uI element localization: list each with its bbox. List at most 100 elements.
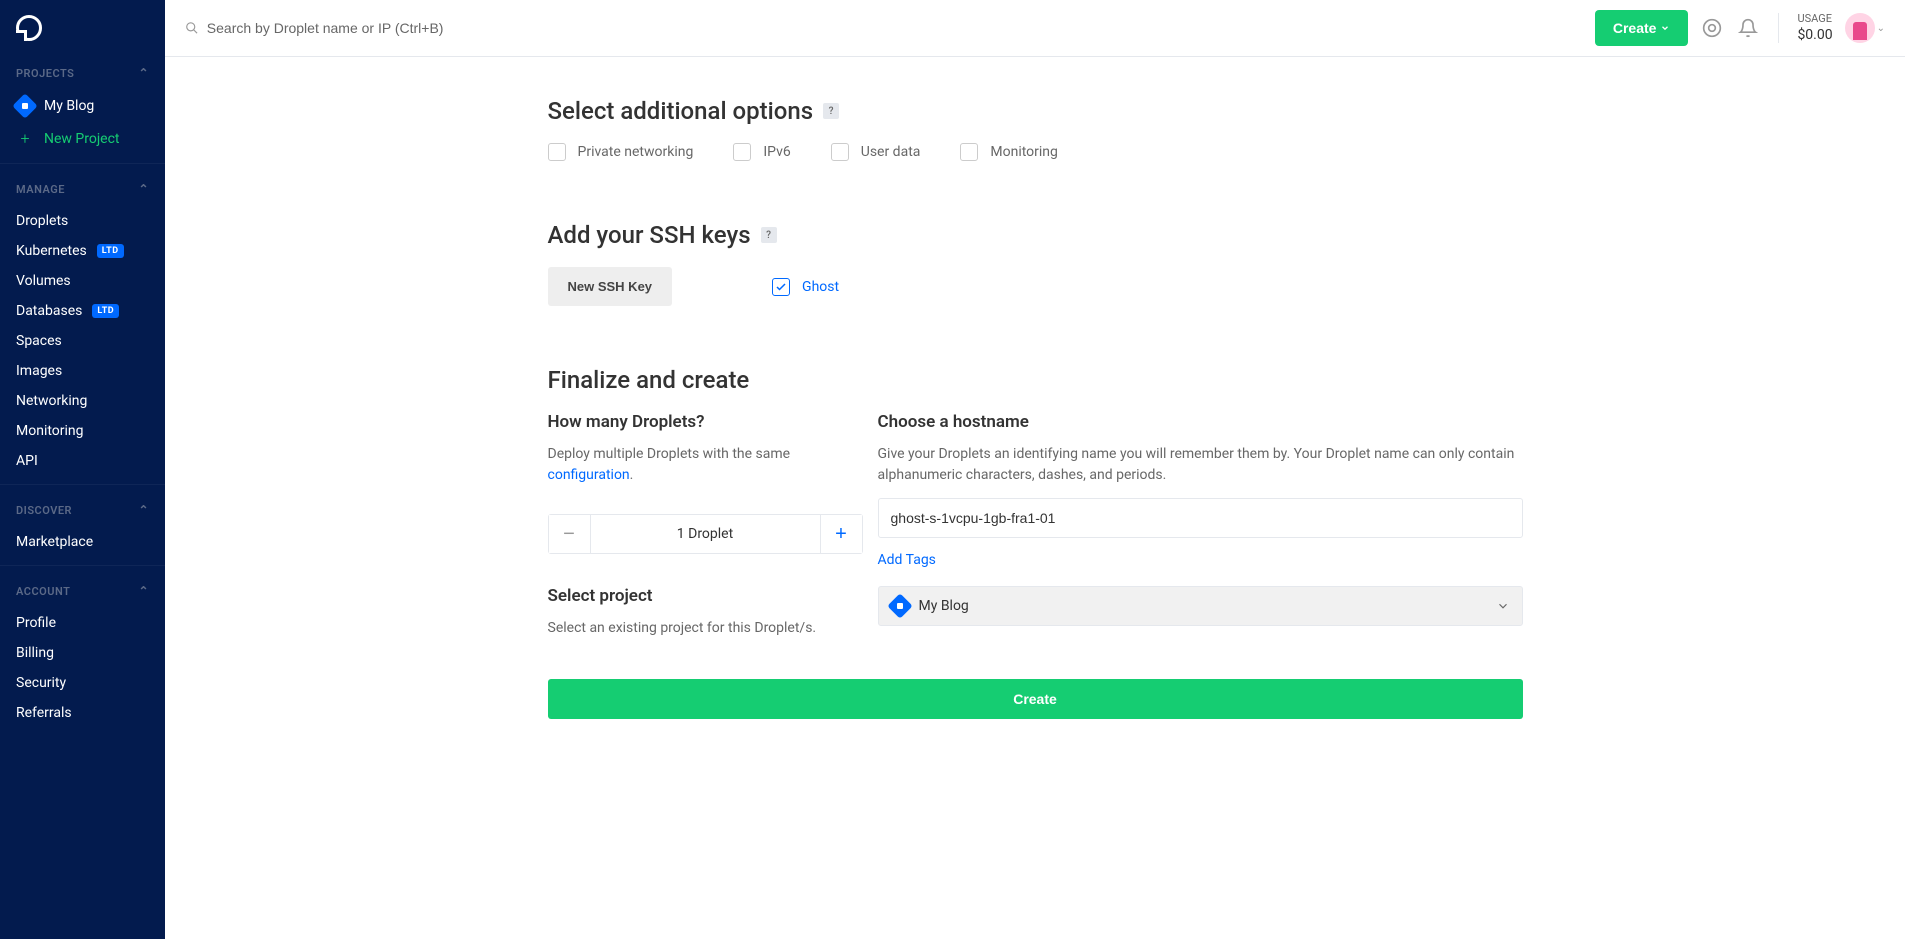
sidebar-item-label: Kubernetes — [16, 243, 87, 259]
ssh-keys-title-text: Add your SSH keys — [548, 221, 751, 249]
period: . — [630, 467, 634, 483]
hostname-input[interactable] — [878, 498, 1523, 538]
droplet-count-stepper: − 1 Droplet + — [548, 514, 863, 554]
decrement-button[interactable]: − — [549, 515, 591, 553]
additional-options-title-text: Select additional options — [548, 97, 814, 125]
sidebar-item-label: Networking — [16, 393, 87, 409]
sidebar-item-images[interactable]: Images — [0, 356, 165, 386]
additional-options-row: Private networking IPv6 User data Monitorin… — [548, 143, 1523, 161]
sidebar-item-profile[interactable]: Profile — [0, 608, 165, 638]
droplets-help-text: Deploy multiple Droplets with the same c… — [548, 444, 863, 486]
sidebar-item-kubernetes[interactable]: Kubernetes LTD — [0, 236, 165, 266]
sidebar-item-label: Images — [16, 363, 62, 379]
help-badge-icon[interactable]: ? — [761, 227, 777, 243]
form-container: Select additional options ? Private netw… — [548, 57, 1523, 719]
chevron-down-icon — [1660, 23, 1670, 33]
project-label: My Blog — [44, 98, 94, 114]
sidebar-item-marketplace[interactable]: Marketplace — [0, 527, 165, 557]
checkbox-user-data[interactable]: User data — [831, 143, 921, 161]
sidebar-item-label: Security — [16, 675, 66, 691]
new-project-label: New Project — [44, 131, 120, 147]
project-subtitle: Select project — [548, 586, 863, 606]
create-button-label: Create — [1613, 20, 1657, 36]
sidebar-item-my-blog[interactable]: My Blog — [0, 90, 165, 122]
projects-section-label: PROJECTS — [16, 67, 74, 80]
checkbox-label: Private networking — [578, 144, 694, 160]
discover-section-label: DISCOVER — [16, 504, 72, 517]
topbar: Create USAGE $0.00 ⌄ — [165, 0, 1905, 57]
checkbox-label: IPv6 — [763, 144, 790, 160]
sidebar-item-label: Billing — [16, 645, 54, 661]
sidebar-item-networking[interactable]: Networking — [0, 386, 165, 416]
chevron-up-icon: ⌃ — [138, 503, 149, 517]
sidebar-item-referrals[interactable]: Referrals — [0, 698, 165, 728]
hostname-column: Choose a hostname Give your Droplets an … — [878, 412, 1523, 568]
checkbox-label: User data — [861, 144, 921, 160]
checkbox-icon — [733, 143, 751, 161]
badge: LTD — [97, 244, 124, 258]
create-button[interactable]: Create — [548, 679, 1523, 719]
sidebar-item-security[interactable]: Security — [0, 668, 165, 698]
main-area: Create USAGE $0.00 ⌄ Select additional o… — [165, 0, 1905, 939]
account-section-label: ACCOUNT — [16, 585, 70, 598]
help-icon[interactable] — [1700, 16, 1724, 40]
divider — [0, 163, 165, 164]
notifications-icon[interactable] — [1736, 16, 1760, 40]
help-badge-icon[interactable]: ? — [823, 103, 839, 119]
add-tags-link[interactable]: Add Tags — [878, 552, 1523, 568]
badge: LTD — [92, 304, 119, 318]
ssh-key-label: Ghost — [802, 279, 839, 295]
usage-label: USAGE — [1797, 12, 1832, 26]
chevron-down-icon — [1496, 599, 1510, 613]
discover-section-header[interactable]: DISCOVER ⌃ — [0, 493, 165, 527]
content-scroll: Select additional options ? Private netw… — [165, 57, 1905, 939]
configuration-link[interactable]: configuration — [548, 467, 630, 483]
sidebar-item-databases[interactable]: DatabasesLTD — [0, 296, 165, 326]
sidebar-item-label: Droplets — [16, 213, 68, 229]
checkbox-monitoring[interactable]: Monitoring — [960, 143, 1058, 161]
new-ssh-key-button[interactable]: New SSH Key — [548, 267, 673, 306]
sidebar-item-volumes[interactable]: Volumes — [0, 266, 165, 296]
sidebar-item-droplets[interactable]: Droplets — [0, 206, 165, 236]
ssh-key-ghost[interactable]: Ghost — [772, 278, 839, 296]
chevron-up-icon: ⌃ — [138, 66, 149, 80]
checkbox-private-networking[interactable]: Private networking — [548, 143, 694, 161]
project-select-value: My Blog — [919, 598, 969, 614]
usage-display[interactable]: USAGE $0.00 — [1797, 12, 1832, 44]
additional-options-title: Select additional options ? — [548, 97, 1523, 125]
sidebar-item-api[interactable]: API — [0, 446, 165, 476]
droplets-subtitle: How many Droplets? — [548, 412, 863, 432]
sidebar-item-billing[interactable]: Billing — [0, 638, 165, 668]
digitalocean-logo-icon — [16, 15, 42, 41]
sidebar-item-label: API — [16, 453, 38, 469]
checkbox-icon — [960, 143, 978, 161]
sidebar-item-label: Referrals — [16, 705, 72, 721]
checkbox-ipv6[interactable]: IPv6 — [733, 143, 790, 161]
project-column-left: Select project Select an existing projec… — [548, 586, 863, 639]
search-input[interactable] — [207, 20, 1583, 36]
droplet-count-value: 1 Droplet — [591, 515, 820, 553]
sidebar-item-new-project[interactable]: + New Project — [0, 122, 165, 155]
project-help-text: Select an existing project for this Drop… — [548, 618, 863, 639]
chevron-down-icon: ⌄ — [1877, 23, 1885, 34]
account-section-header[interactable]: ACCOUNT ⌃ — [0, 574, 165, 608]
usage-amount: $0.00 — [1797, 26, 1832, 44]
projects-section-header[interactable]: PROJECTS ⌃ — [0, 56, 165, 90]
sidebar-item-monitoring[interactable]: Monitoring — [0, 416, 165, 446]
finalize-title: Finalize and create — [548, 366, 1523, 394]
logo-area[interactable] — [0, 0, 165, 56]
divider — [0, 565, 165, 566]
chevron-up-icon: ⌃ — [138, 182, 149, 196]
hostname-help-text: Give your Droplets an identifying name y… — [878, 444, 1523, 486]
project-select-dropdown[interactable]: My Blog — [878, 586, 1523, 626]
manage-section-header[interactable]: MANAGE ⌃ — [0, 172, 165, 206]
create-dropdown-button[interactable]: Create — [1595, 10, 1689, 46]
sidebar-item-spaces[interactable]: Spaces — [0, 326, 165, 356]
avatar-menu[interactable]: ⌄ — [1845, 13, 1885, 43]
increment-button[interactable]: + — [820, 515, 862, 553]
sidebar-item-label: Spaces — [16, 333, 62, 349]
ssh-keys-title: Add your SSH keys ? — [548, 221, 1523, 249]
avatar — [1845, 13, 1875, 43]
search-icon — [185, 21, 199, 35]
checkbox-icon — [772, 278, 790, 296]
